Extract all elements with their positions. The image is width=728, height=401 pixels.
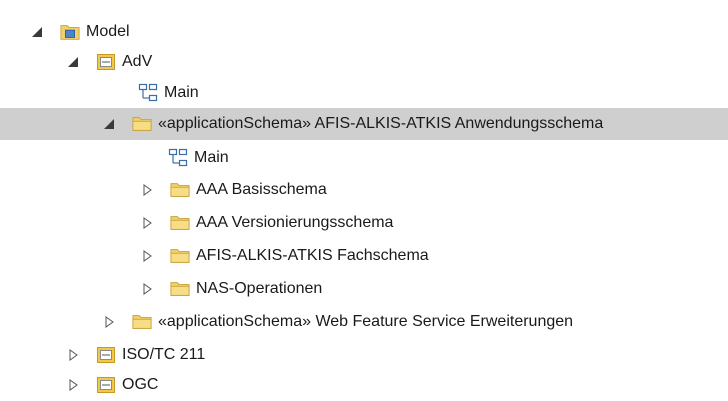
tree-node-nas-operationen[interactable]: NAS-Operationen bbox=[0, 273, 728, 305]
tree-node-label: ISO/TC 211 bbox=[122, 346, 206, 363]
tree-node-aaa-basisschema[interactable]: AAA Basisschema bbox=[0, 174, 728, 206]
tree-node-label: AFIS-ALKIS-ATKIS Fachschema bbox=[196, 247, 429, 264]
tree-node-ogc[interactable]: OGC bbox=[0, 369, 728, 401]
folder-icon bbox=[132, 114, 152, 134]
folder-icon bbox=[132, 312, 152, 332]
folder-icon bbox=[170, 246, 190, 266]
tree-node-label: «applicationSchema» AFIS-ALKIS-ATKIS Anw… bbox=[158, 115, 604, 132]
tree-node-label: OGC bbox=[122, 376, 159, 393]
tree-node-afis-alkis-atkis-fachschema[interactable]: AFIS-ALKIS-ATKIS Fachschema bbox=[0, 240, 728, 272]
expanded-triangle-icon[interactable] bbox=[64, 46, 82, 78]
tree-node-label: AAA Basisschema bbox=[196, 181, 327, 198]
collapsed-triangle-icon[interactable] bbox=[100, 306, 118, 338]
tree-node-label: Model bbox=[86, 23, 130, 40]
collapsed-triangle-icon[interactable] bbox=[64, 369, 82, 401]
expanded-triangle-icon[interactable] bbox=[28, 16, 46, 48]
model-root-icon bbox=[60, 22, 80, 42]
collapsed-triangle-icon[interactable] bbox=[138, 273, 156, 305]
tree-node-label: Main bbox=[194, 149, 229, 166]
expanded-triangle-icon[interactable] bbox=[100, 108, 118, 140]
collapsed-triangle-icon[interactable] bbox=[138, 174, 156, 206]
collapsed-triangle-icon[interactable] bbox=[138, 207, 156, 239]
project-browser-tree: Model AdV Main «applicationSchema» AFIS-… bbox=[0, 0, 728, 399]
folder-icon bbox=[170, 180, 190, 200]
tree-node-label: NAS-Operationen bbox=[196, 280, 323, 297]
package-icon bbox=[96, 375, 116, 395]
diagram-icon bbox=[168, 148, 188, 168]
tree-node-label: AAA Versionierungsschema bbox=[196, 214, 394, 231]
tree-node-afis-alkis-atkis-anwendungsschema[interactable]: «applicationSchema» AFIS-ALKIS-ATKIS Anw… bbox=[0, 108, 728, 140]
package-icon bbox=[96, 52, 116, 72]
tree-node-label: Main bbox=[164, 84, 199, 101]
diagram-icon bbox=[138, 83, 158, 103]
package-icon bbox=[96, 345, 116, 365]
folder-icon bbox=[170, 279, 190, 299]
tree-node-label: AdV bbox=[122, 53, 153, 70]
collapsed-triangle-icon[interactable] bbox=[138, 240, 156, 272]
tree-node-main-diagram[interactable]: Main bbox=[0, 77, 728, 109]
tree-node-aaa-versionierungsschema[interactable]: AAA Versionierungsschema bbox=[0, 207, 728, 239]
tree-node-label: «applicationSchema» Web Feature Service … bbox=[158, 313, 574, 330]
folder-icon bbox=[170, 213, 190, 233]
collapsed-triangle-icon[interactable] bbox=[64, 339, 82, 371]
tree-node-adv[interactable]: AdV bbox=[0, 46, 728, 78]
tree-node-iso-tc-211[interactable]: ISO/TC 211 bbox=[0, 339, 728, 371]
tree-node-model[interactable]: Model bbox=[0, 16, 728, 48]
tree-node-main-diagram[interactable]: Main bbox=[0, 142, 728, 174]
tree-node-web-feature-service-erweiterungen[interactable]: «applicationSchema» Web Feature Service … bbox=[0, 306, 728, 338]
